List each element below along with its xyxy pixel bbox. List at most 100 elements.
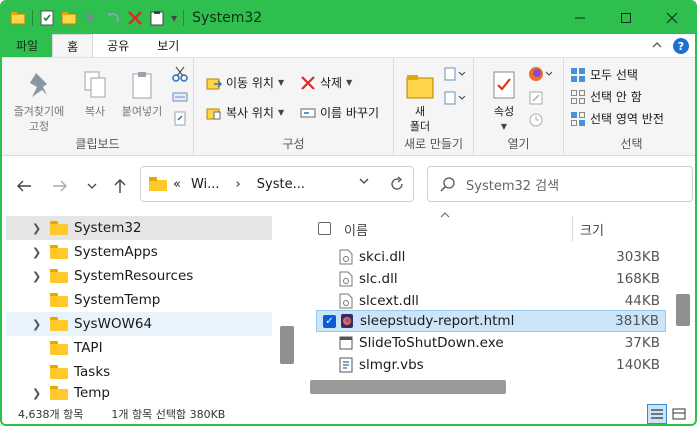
delete-x-icon[interactable] <box>127 10 143 26</box>
large-icons-view-button[interactable] <box>669 404 689 424</box>
copy-icon <box>81 70 109 100</box>
file-list: 이름 크기 skci.dll 303KB slc.dll 168KB slcex… <box>306 212 695 402</box>
ribbon-options: ? <box>651 34 689 58</box>
recent-locations-button[interactable] <box>82 176 102 196</box>
breadcrumb-separator[interactable]: › <box>236 177 241 192</box>
help-icon[interactable]: ? <box>673 38 689 54</box>
copy-path-icon[interactable] <box>172 89 188 108</box>
organize-group-label: 구성 <box>282 137 305 151</box>
new-folder-button[interactable]: 새 폴더 <box>402 70 438 134</box>
cut-icon[interactable] <box>172 66 188 85</box>
invert-selection-button[interactable]: 선택 영역 반전 <box>570 110 664 127</box>
row-checkbox[interactable] <box>322 359 335 372</box>
properties-icon <box>490 70 518 100</box>
breadcrumb-overflow[interactable]: « <box>173 177 181 192</box>
qat-customize-icon[interactable]: ▼ <box>171 14 177 23</box>
ribbon-expand-icon[interactable] <box>651 39 663 53</box>
row-checkbox[interactable] <box>322 251 335 264</box>
row-checkbox[interactable] <box>322 273 335 286</box>
file-row[interactable]: slcext.dll 44KB <box>316 290 666 312</box>
properties-check-icon[interactable] <box>39 10 55 26</box>
exe-file-icon <box>339 335 353 351</box>
new-item-icon[interactable] <box>444 66 466 85</box>
breadcrumb-segment-windows[interactable]: Wi... <box>191 177 220 192</box>
tree-item-label: SystemResources <box>74 268 194 284</box>
tree-item-tapi[interactable]: ❯ TAPI <box>6 336 272 360</box>
file-row[interactable]: SlideToShutDown.exe 37KB <box>316 332 666 354</box>
edit-icon[interactable] <box>528 90 544 109</box>
chevron-right-icon[interactable]: ❯ <box>32 318 50 331</box>
undo-icon[interactable] <box>105 10 121 26</box>
copy-button[interactable]: 복사 <box>74 70 116 119</box>
folder-icon <box>50 386 68 400</box>
history-icon[interactable] <box>528 112 544 131</box>
tab-view[interactable]: 보기 <box>143 34 193 57</box>
chevron-right-icon[interactable]: ❯ <box>32 387 50 400</box>
tree-item-temp[interactable]: ❯ Temp <box>6 384 272 402</box>
list-horizontal-scrollbar-thumb[interactable] <box>310 380 506 394</box>
new-group-label: 새로 만들기 <box>403 137 463 151</box>
forward-button[interactable] <box>50 176 70 196</box>
tree-item-systemresources[interactable]: ❯ SystemResources <box>6 264 272 288</box>
back-button[interactable] <box>14 176 34 196</box>
column-header-size[interactable]: 크기 <box>580 220 604 239</box>
up-button[interactable] <box>110 176 130 196</box>
select-all-checkbox[interactable] <box>318 222 331 235</box>
tree-item-systemapps[interactable]: ❯ SystemApps <box>6 240 272 264</box>
pin-icon[interactable] <box>83 10 99 26</box>
select-none-button[interactable]: 선택 안 함 <box>570 88 642 105</box>
easy-access-icon[interactable] <box>444 90 466 109</box>
file-row[interactable]: slc.dll 168KB <box>316 268 666 290</box>
search-input[interactable]: System32 검색 <box>427 166 693 202</box>
explorer-window: ▼ System32 파일 홈 공유 보기 ? 즐겨찾기에 고정 복사 붙여넣기… <box>0 0 697 426</box>
folder-icon <box>50 269 68 283</box>
address-bar[interactable]: « Wi... › Syste... <box>140 166 414 202</box>
maximize-button[interactable] <box>603 2 649 34</box>
tab-file[interactable]: 파일 <box>2 34 53 57</box>
row-checkbox[interactable] <box>322 295 335 308</box>
file-row-selected[interactable]: ✓ sleepstudy-report.html 381KB <box>316 310 666 332</box>
tree-item-systemtemp[interactable]: ❯ SystemTemp <box>6 288 272 312</box>
chevron-right-icon[interactable]: ❯ <box>32 270 50 283</box>
details-view-button[interactable] <box>647 404 667 424</box>
address-history-chevron-icon[interactable] <box>359 177 369 188</box>
properties-button[interactable]: 속성 ▼ <box>484 70 524 134</box>
tree-scrollbar-thumb[interactable] <box>280 326 294 364</box>
new-folder-icon <box>406 70 434 100</box>
navigation-tree: ❯ System32 ❯ SystemApps ❯ SystemResource… <box>2 214 300 402</box>
properties-label: 속성 <box>493 105 515 118</box>
row-checkbox[interactable] <box>322 337 335 350</box>
file-row[interactable]: slmgr.vbs 140KB <box>316 354 666 376</box>
clipboard-icon[interactable] <box>149 10 165 26</box>
search-icon <box>440 176 456 192</box>
move-to-button[interactable]: 이동 위치 ▼ <box>206 74 284 91</box>
paste-button[interactable]: 붙여넣기 <box>116 70 168 119</box>
tab-share[interactable]: 공유 <box>93 34 143 57</box>
close-button[interactable] <box>649 2 695 34</box>
column-divider[interactable] <box>572 216 573 242</box>
rename-button[interactable]: 이름 바꾸기 <box>300 104 379 121</box>
minimize-button[interactable] <box>557 2 603 34</box>
browser-icon[interactable] <box>528 66 554 85</box>
copy-to-label: 복사 위치 <box>226 106 274 120</box>
delete-button[interactable]: 삭제 ▼ <box>300 74 352 91</box>
delete-x-icon <box>300 75 316 91</box>
select-all-button[interactable]: 모두 선택 <box>570 66 638 83</box>
refresh-icon[interactable] <box>389 176 405 196</box>
tree-item-syswow64[interactable]: ❯ SysWOW64 <box>6 312 272 336</box>
paste-shortcut-icon[interactable] <box>172 110 188 129</box>
chevron-right-icon[interactable]: ❯ <box>32 246 50 259</box>
row-checkbox-checked[interactable]: ✓ <box>323 314 336 328</box>
pin-to-quick-access-button[interactable]: 즐겨찾기에 고정 <box>8 70 70 134</box>
new-folder-icon[interactable] <box>61 10 77 26</box>
breadcrumb-segment-system32[interactable]: Syste... <box>257 177 305 192</box>
tree-item-tasks[interactable]: ❯ Tasks <box>6 360 272 384</box>
chevron-right-icon[interactable]: ❯ <box>32 222 50 235</box>
copy-to-button[interactable]: 복사 위치 ▼ <box>206 104 284 121</box>
list-vertical-scrollbar-thumb[interactable] <box>676 294 690 326</box>
column-header-name[interactable]: 이름 <box>344 220 368 239</box>
file-row[interactable]: skci.dll 303KB <box>316 246 666 268</box>
tab-home[interactable]: 홈 <box>52 34 94 57</box>
tree-item-system32[interactable]: ❯ System32 <box>6 216 272 240</box>
tree-item-label: SystemApps <box>74 244 158 260</box>
